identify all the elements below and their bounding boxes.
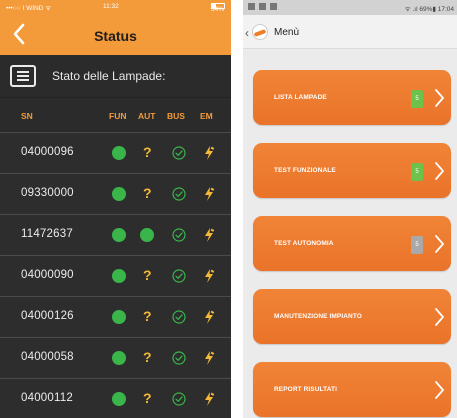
lamp-row[interactable]: 04000096? [0,132,231,172]
bus-check-icon [172,351,186,365]
aut-unknown-icon: ? [143,308,152,324]
col-fun: FUN [109,111,127,121]
menu-item-report-risultati[interactable]: REPORT RISULTATI [253,362,451,417]
menu-item-label: TEST FUNZIONALE [274,167,336,174]
emergency-plug-icon [205,146,215,160]
col-sn: SN [21,111,33,121]
menu-item-lista-lampade[interactable]: LISTA LAMPADE 5 [253,70,451,125]
menu-item-label: LISTA LAMPADE [274,94,327,101]
count-badge: 5 [411,236,423,254]
aut-unknown-icon: ? [143,144,152,160]
lamp-serial: 04000090 [21,269,74,281]
fun-ok-icon [112,146,126,160]
aut-unknown-icon: ? [143,349,152,365]
bus-check-icon [172,310,186,324]
page-title: Status [94,28,137,44]
fun-ok-icon [112,269,126,283]
count-badge: 5 [411,90,423,108]
aut-ok-icon [140,228,154,242]
fun-ok-icon [112,351,126,365]
emergency-plug-icon [205,269,215,283]
lamp-row[interactable]: 04000112? [0,378,231,418]
app-title: Menù [274,27,300,38]
bus-check-icon [172,269,186,283]
fun-ok-icon [112,228,126,242]
fun-ok-icon [112,310,126,324]
bus-check-icon [172,228,186,242]
battery-indicator: 34% [211,3,225,13]
lamp-serial: 11472637 [21,228,73,240]
bus-check-icon [172,187,186,201]
chevron-right-icon [435,162,444,180]
app-logo[interactable] [252,24,268,40]
lamp-serial: 09330000 [21,187,74,199]
bus-check-icon [172,392,186,406]
menu-item-label: TEST AUTONOMIA [274,240,334,247]
emergency-plug-icon [205,351,215,365]
header-label: Stato delle Lampade: [52,69,166,83]
fun-ok-icon [112,392,126,406]
menu-item-label: REPORT RISULTATI [274,386,337,393]
lamp-row[interactable]: 11472637 [0,214,231,254]
menu-item-manutenzione-impianto[interactable]: MANUTENZIONE IMPIANTO [253,289,451,344]
clock-text: 11:32 [103,3,119,10]
col-em: EM [200,111,213,121]
back-arrow-icon[interactable]: ‹ [245,26,249,40]
emergency-plug-icon [205,228,215,242]
battery-icon [211,3,225,9]
bus-check-icon [172,146,186,160]
fun-ok-icon [112,187,126,201]
chevron-right-icon [435,235,444,253]
col-aut: AUT [138,111,156,121]
emergency-plug-icon [205,187,215,201]
status-right-text: ᯤ .ıl 69%▮ 17:04 [404,6,454,13]
menu-item-label: MANUTENZIONE IMPIANTO [274,313,362,320]
lamp-serial: 04000058 [21,351,74,363]
status-screen: •••○○ I WIND ᯤ 11:32 34% Status Stato de… [0,0,231,418]
aut-unknown-icon: ? [143,185,152,201]
column-headers: SN FUN AUT BUS EM [0,98,231,132]
notification-icons [248,3,277,10]
lamp-serial: 04000126 [21,310,74,322]
list-menu-icon[interactable] [10,65,36,87]
app-bar: ‹ Menù [243,15,457,49]
lamps-status-header: Stato delle Lampade: [0,55,231,98]
nav-bar: Status [0,13,231,55]
menu-item-test-autonomia[interactable]: TEST AUTONOMIA 5 [253,216,451,271]
count-badge: 5 [411,163,423,181]
emergency-plug-icon [205,392,215,406]
aut-unknown-icon: ? [143,390,152,406]
lamp-serial: 04000096 [21,146,74,158]
chevron-right-icon [435,308,444,326]
chevron-right-icon [435,89,444,107]
lamp-row[interactable]: 04000058? [0,337,231,377]
android-status-bar: ᯤ .ıl 69%▮ 17:04 [243,0,457,15]
col-bus: BUS [167,111,185,121]
chevron-right-icon [435,381,444,399]
ios-status-bar: •••○○ I WIND ᯤ 11:32 34% [0,0,231,13]
lamp-row[interactable]: 04000090? [0,255,231,295]
aut-unknown-icon: ? [143,267,152,283]
carrier-text: •••○○ I WIND ᯤ [6,5,52,12]
lamp-row[interactable]: 09330000? [0,173,231,213]
lamp-row[interactable]: 04000126? [0,296,231,336]
menu-screen: ᯤ .ıl 69%▮ 17:04 ‹ Menù LISTA LAMPADE 5 TE… [243,0,457,418]
menu-item-test-funzionale[interactable]: TEST FUNZIONALE 5 [253,143,451,198]
lamp-serial: 04000112 [21,392,73,404]
emergency-plug-icon [205,310,215,324]
